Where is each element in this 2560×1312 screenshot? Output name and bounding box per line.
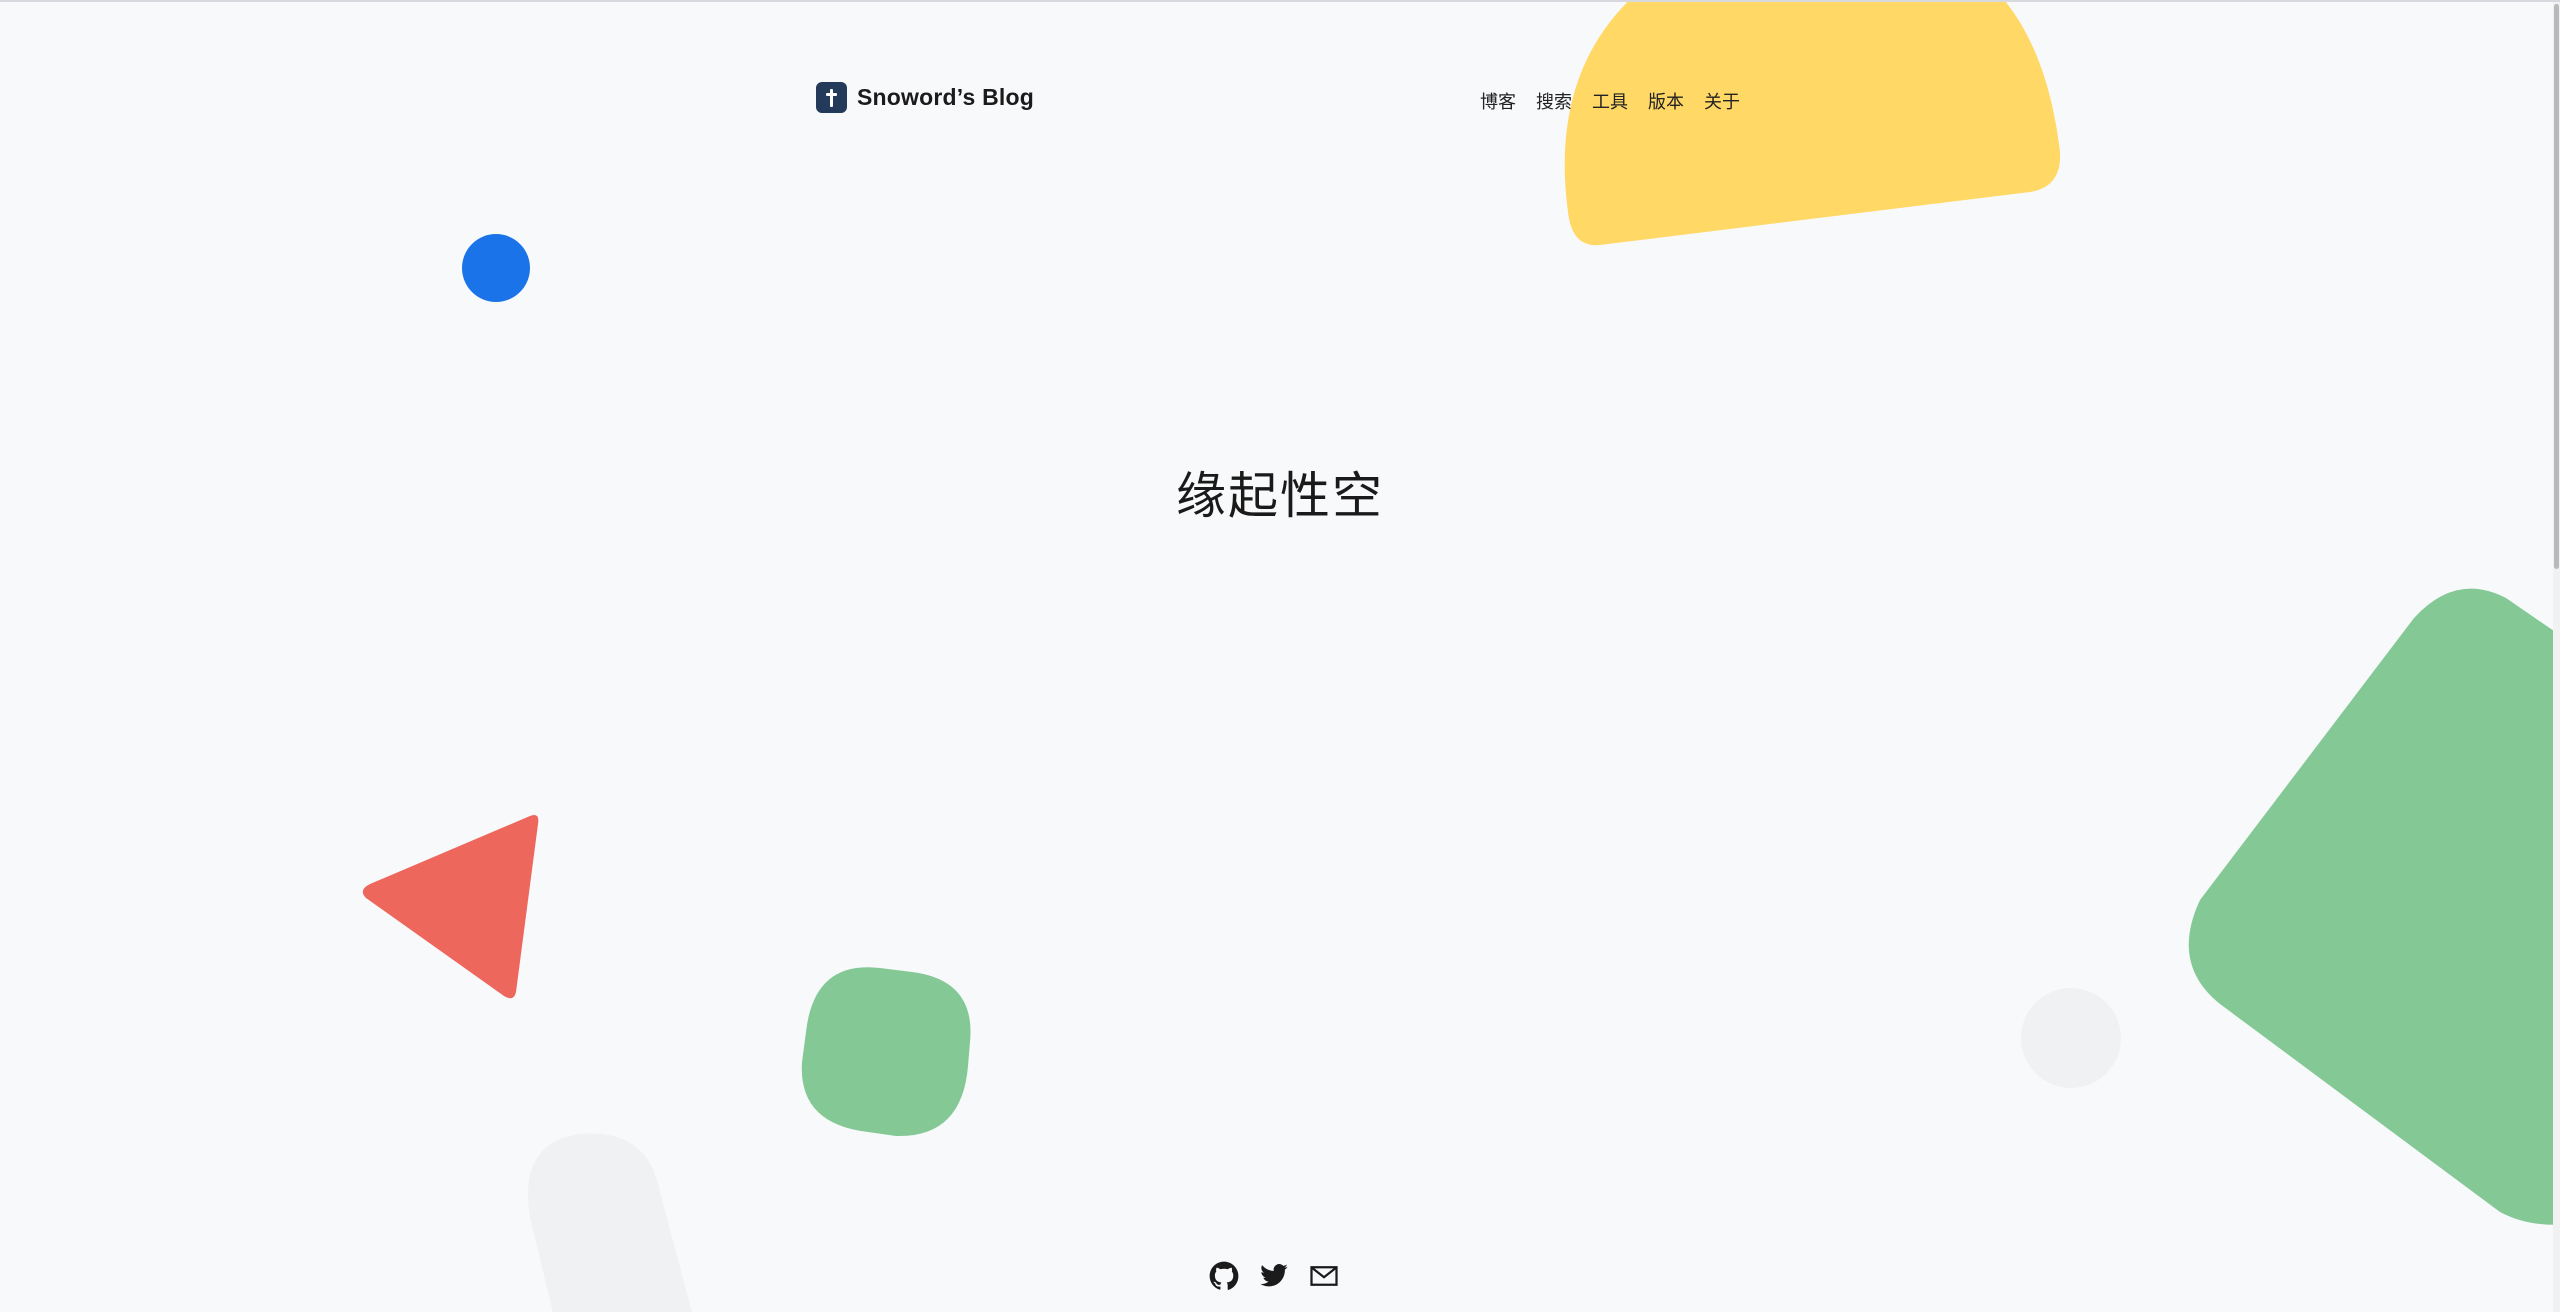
pen-logo-icon [816,82,847,113]
github-icon [1209,1261,1239,1290]
nav-item-search[interactable]: 搜索 [1526,88,1582,114]
green-rounded-square-shape [801,967,971,1137]
page-scrollbar[interactable] [2553,2,2560,1312]
gray-pill-shape [528,1133,692,1312]
nav-item-blog[interactable]: 博客 [1480,88,1526,114]
social-links [1208,1260,1340,1292]
green-triangle-shape [2188,588,2560,1225]
nav-item-about[interactable]: 关于 [1694,88,1750,114]
nav-item-versions[interactable]: 版本 [1638,88,1694,114]
gray-circle-shape [2021,988,2121,1088]
mail-icon [1310,1266,1338,1286]
brand-title: Snoword’s Blog [857,84,1034,110]
twitter-icon [1260,1264,1288,1287]
github-link[interactable] [1208,1260,1240,1292]
nav-item-tools[interactable]: 工具 [1582,88,1638,114]
page: Snoword’s Blog 博客 搜索 工具 版本 关于 缘起性空 [0,0,2560,1312]
main-nav: 博客 搜索 工具 版本 关于 [1480,88,1750,114]
hero-title: 缘起性空 [1176,466,1384,525]
twitter-link[interactable] [1258,1260,1290,1292]
site-header: Snoword’s Blog 博客 搜索 工具 版本 关于 [0,2,2560,202]
brand-link[interactable]: Snoword’s Blog [816,82,1034,113]
blue-circle-shape [462,234,530,302]
mail-link[interactable] [1308,1260,1340,1292]
scrollbar-thumb[interactable] [2554,4,2559,569]
red-triangle-shape [362,815,539,999]
